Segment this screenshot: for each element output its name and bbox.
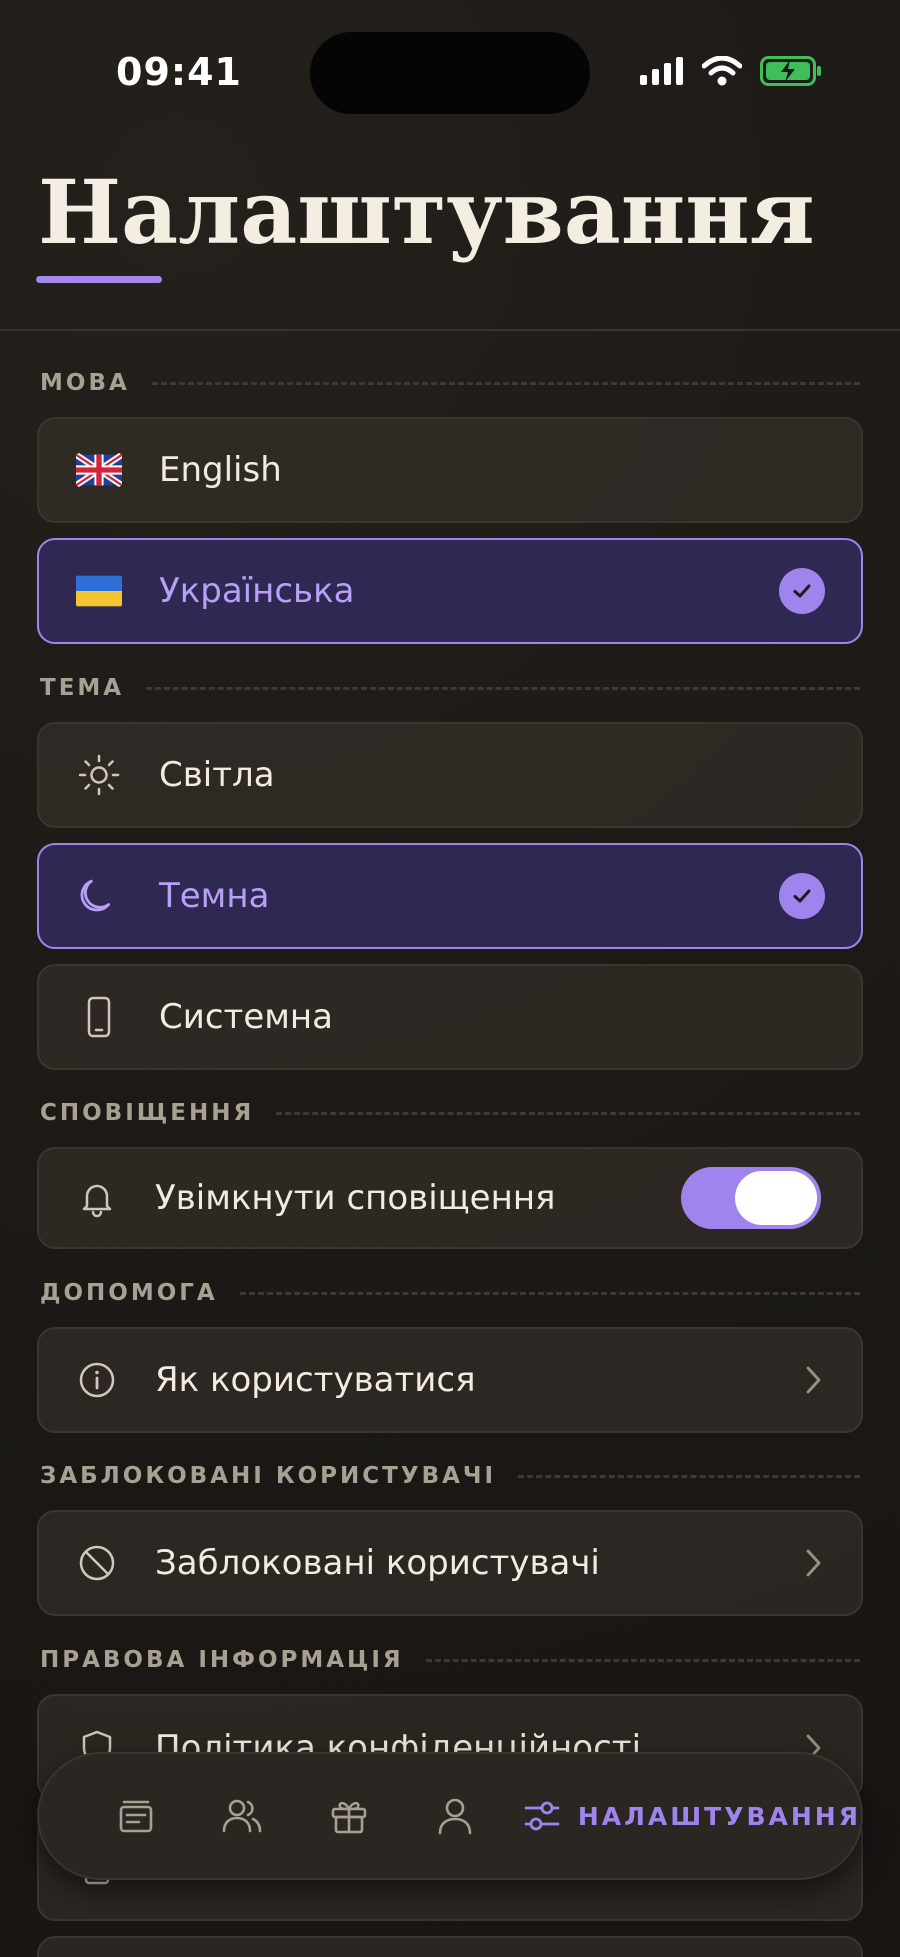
how-to-use-label: Як користуватися bbox=[155, 1360, 476, 1400]
cellular-signal-icon bbox=[640, 57, 683, 85]
theme-label: Системна bbox=[159, 997, 333, 1037]
page-header: Налаштування bbox=[38, 160, 815, 264]
bell-icon bbox=[82, 1184, 112, 1218]
gift-icon bbox=[331, 1801, 366, 1834]
tab-gifts[interactable] bbox=[295, 1794, 401, 1838]
theme-label: Світла bbox=[159, 755, 275, 795]
theme-option-system[interactable]: Системна bbox=[37, 964, 863, 1070]
notifications-label: Увімкнути сповіщення bbox=[155, 1178, 556, 1218]
blocked-users-label: Заблоковані користувачі bbox=[155, 1543, 600, 1583]
status-icons bbox=[640, 56, 822, 86]
legal-row-partial[interactable] bbox=[37, 1936, 863, 1957]
page-title: Налаштування bbox=[38, 160, 815, 264]
theme-label: Темна bbox=[159, 876, 270, 916]
moon-icon bbox=[80, 879, 111, 912]
how-to-use-row[interactable]: Як користуватися bbox=[37, 1327, 863, 1433]
theme-option-dark[interactable]: Темна bbox=[37, 843, 863, 949]
feed-icon bbox=[119, 1800, 153, 1833]
users-icon bbox=[223, 1799, 262, 1833]
tab-feed[interactable] bbox=[83, 1794, 189, 1838]
battery-charging-icon bbox=[760, 56, 821, 86]
section-label-language: МОВА bbox=[40, 370, 860, 396]
sun-icon bbox=[78, 754, 120, 796]
tab-settings[interactable]: НАЛАШТУВАННЯ bbox=[522, 1796, 861, 1836]
language-option-ukrainian[interactable]: Українська bbox=[37, 538, 863, 644]
chevron-right-icon bbox=[806, 1366, 821, 1394]
uk-flag-icon bbox=[76, 453, 122, 487]
notifications-row: Увімкнути сповіщення bbox=[37, 1147, 863, 1249]
section-label-notifications: СПОВІЩЕННЯ bbox=[40, 1100, 860, 1126]
section-label-help: ДОПОМОГА bbox=[40, 1280, 860, 1306]
profile-icon bbox=[438, 1798, 472, 1835]
sliders-icon bbox=[524, 1801, 560, 1831]
language-option-english[interactable]: English bbox=[37, 417, 863, 523]
blocked-users-row[interactable]: Заблоковані користувачі bbox=[37, 1510, 863, 1616]
tab-users[interactable] bbox=[189, 1794, 295, 1838]
tab-profile[interactable] bbox=[402, 1794, 508, 1838]
phone-icon bbox=[87, 996, 111, 1038]
checkmark-icon bbox=[779, 568, 825, 614]
checkmark-icon bbox=[779, 873, 825, 919]
ukraine-flag-icon bbox=[76, 575, 122, 607]
dynamic-island bbox=[310, 32, 590, 114]
theme-option-light[interactable]: Світла bbox=[37, 722, 863, 828]
tab-bar: НАЛАШТУВАННЯ bbox=[37, 1752, 863, 1880]
section-label-blocked: ЗАБЛОКОВАНІ КОРИСТУВАЧІ bbox=[40, 1463, 860, 1489]
chevron-right-icon bbox=[806, 1549, 821, 1577]
status-time: 09:41 bbox=[116, 50, 242, 94]
section-label-theme: ТЕМА bbox=[40, 675, 860, 701]
status-bar: 09:41 bbox=[0, 0, 900, 140]
language-label: English bbox=[159, 450, 282, 490]
title-underline bbox=[36, 276, 162, 283]
tab-settings-label: НАЛАШТУВАННЯ bbox=[577, 1801, 861, 1831]
header-divider bbox=[0, 329, 900, 331]
notifications-toggle[interactable] bbox=[681, 1167, 821, 1229]
wifi-icon bbox=[702, 56, 742, 86]
block-icon bbox=[79, 1545, 115, 1581]
language-label: Українська bbox=[159, 571, 355, 611]
info-icon bbox=[79, 1362, 115, 1398]
section-label-legal: ПРАВОВА ІНФОРМАЦІЯ bbox=[40, 1647, 860, 1673]
